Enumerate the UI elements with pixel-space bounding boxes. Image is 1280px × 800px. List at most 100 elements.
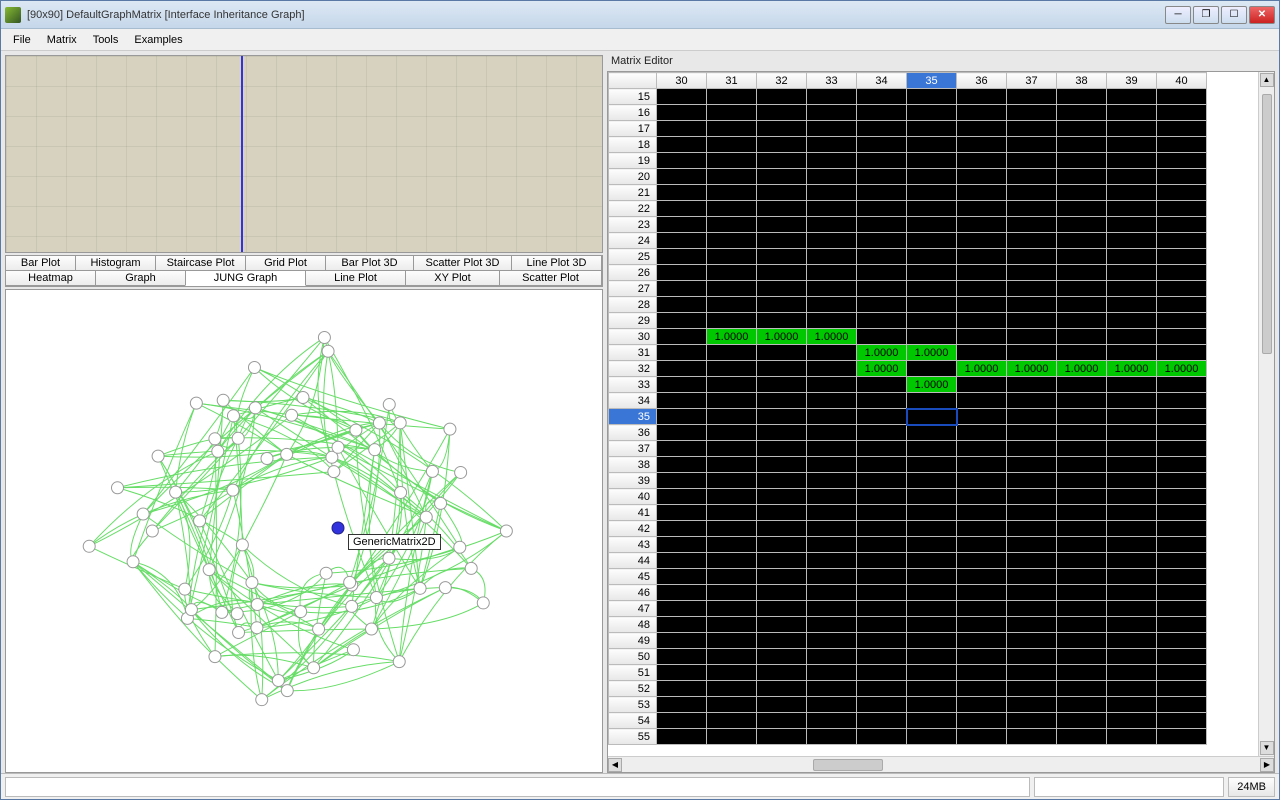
matrix-cell[interactable]	[957, 409, 1007, 425]
matrix-cell[interactable]	[757, 585, 807, 601]
matrix-cell[interactable]	[857, 441, 907, 457]
matrix-cell[interactable]	[707, 249, 757, 265]
col-header[interactable]: 36	[957, 73, 1007, 89]
row-header[interactable]: 32	[609, 361, 657, 377]
tab-heatmap[interactable]: Heatmap	[5, 270, 96, 286]
matrix-cell[interactable]	[957, 441, 1007, 457]
matrix-cell[interactable]	[807, 633, 857, 649]
matrix-cell[interactable]	[757, 521, 807, 537]
matrix-cell[interactable]	[757, 281, 807, 297]
menu-matrix[interactable]: Matrix	[39, 32, 85, 48]
matrix-cell[interactable]	[857, 201, 907, 217]
matrix-cell[interactable]	[857, 569, 907, 585]
matrix-cell[interactable]	[657, 361, 707, 377]
graph-node[interactable]	[281, 685, 293, 697]
matrix-grid[interactable]: 3031323334353637383940151617181920212223…	[608, 72, 1207, 745]
graph-node[interactable]	[227, 484, 239, 496]
matrix-cell[interactable]	[657, 377, 707, 393]
matrix-cell[interactable]	[1157, 185, 1207, 201]
matrix-cell[interactable]: 1.0000	[857, 345, 907, 361]
matrix-cell[interactable]	[907, 249, 957, 265]
matrix-cell[interactable]	[907, 169, 957, 185]
col-header[interactable]: 37	[1007, 73, 1057, 89]
matrix-cell[interactable]	[957, 249, 1007, 265]
matrix-cell[interactable]	[1057, 377, 1107, 393]
graph-node[interactable]	[308, 662, 320, 674]
matrix-cell[interactable]	[657, 153, 707, 169]
scroll-right-button[interactable]: ▶	[1260, 758, 1274, 772]
graph-node[interactable]	[233, 627, 245, 639]
matrix-cell[interactable]	[657, 249, 707, 265]
matrix-cell[interactable]	[757, 249, 807, 265]
matrix-cell[interactable]	[1157, 521, 1207, 537]
matrix-cell[interactable]	[857, 169, 907, 185]
tab-bar-plot[interactable]: Bar Plot	[5, 255, 76, 271]
matrix-cell[interactable]	[757, 361, 807, 377]
matrix-cell[interactable]	[1157, 105, 1207, 121]
graph-node[interactable]	[322, 345, 334, 357]
matrix-cell[interactable]	[907, 393, 957, 409]
matrix-cell[interactable]	[657, 729, 707, 745]
matrix-cell[interactable]	[1157, 217, 1207, 233]
matrix-cell[interactable]	[857, 457, 907, 473]
matrix-cell[interactable]	[857, 377, 907, 393]
matrix-cell[interactable]	[907, 409, 957, 425]
matrix-cell[interactable]	[957, 713, 1007, 729]
matrix-cell[interactable]	[707, 361, 757, 377]
row-header[interactable]: 44	[609, 553, 657, 569]
matrix-cell[interactable]	[757, 121, 807, 137]
matrix-cell[interactable]	[1107, 105, 1157, 121]
col-header[interactable]: 30	[657, 73, 707, 89]
matrix-cell[interactable]	[757, 425, 807, 441]
matrix-cell[interactable]	[1057, 553, 1107, 569]
matrix-cell[interactable]	[1007, 713, 1057, 729]
matrix-cell[interactable]	[957, 265, 1007, 281]
matrix-cell[interactable]	[957, 233, 1007, 249]
matrix-cell[interactable]	[957, 121, 1007, 137]
graph-node[interactable]	[212, 445, 224, 457]
matrix-cell[interactable]	[1007, 649, 1057, 665]
matrix-cell[interactable]	[907, 137, 957, 153]
matrix-cell[interactable]	[657, 537, 707, 553]
matrix-cell[interactable]	[657, 281, 707, 297]
matrix-cell[interactable]	[857, 105, 907, 121]
graph-node[interactable]	[203, 564, 215, 576]
matrix-cell[interactable]	[1057, 569, 1107, 585]
graph-node[interactable]	[217, 394, 229, 406]
matrix-cell[interactable]	[757, 217, 807, 233]
tab-histogram[interactable]: Histogram	[75, 255, 156, 271]
row-header[interactable]: 48	[609, 617, 657, 633]
matrix-cell[interactable]	[1157, 153, 1207, 169]
matrix-cell[interactable]	[1157, 441, 1207, 457]
row-header[interactable]: 23	[609, 217, 657, 233]
matrix-cell[interactable]	[957, 473, 1007, 489]
matrix-cell[interactable]	[1057, 169, 1107, 185]
graph-node[interactable]	[152, 450, 164, 462]
matrix-cell[interactable]	[807, 601, 857, 617]
matrix-cell[interactable]	[1057, 697, 1107, 713]
graph-node[interactable]	[395, 486, 407, 498]
matrix-cell[interactable]	[857, 137, 907, 153]
matrix-cell[interactable]	[707, 137, 757, 153]
graph-node[interactable]	[500, 525, 512, 537]
matrix-cell[interactable]	[907, 425, 957, 441]
matrix-cell[interactable]	[1057, 585, 1107, 601]
matrix-cell[interactable]	[1157, 585, 1207, 601]
graph-node[interactable]	[137, 508, 149, 520]
matrix-cell[interactable]	[1107, 729, 1157, 745]
row-header[interactable]: 33	[609, 377, 657, 393]
matrix-cell[interactable]	[807, 89, 857, 105]
matrix-cell[interactable]	[857, 537, 907, 553]
matrix-cell[interactable]	[1157, 137, 1207, 153]
graph-node[interactable]	[248, 361, 260, 373]
matrix-cell[interactable]	[807, 217, 857, 233]
matrix-cell[interactable]	[657, 169, 707, 185]
matrix-cell[interactable]	[1157, 505, 1207, 521]
matrix-cell[interactable]	[707, 89, 757, 105]
graph-node[interactable]	[251, 599, 263, 611]
matrix-cell[interactable]	[657, 121, 707, 137]
matrix-cell[interactable]	[957, 329, 1007, 345]
graph-node[interactable]	[249, 402, 261, 414]
matrix-cell[interactable]	[1157, 201, 1207, 217]
row-header[interactable]: 22	[609, 201, 657, 217]
